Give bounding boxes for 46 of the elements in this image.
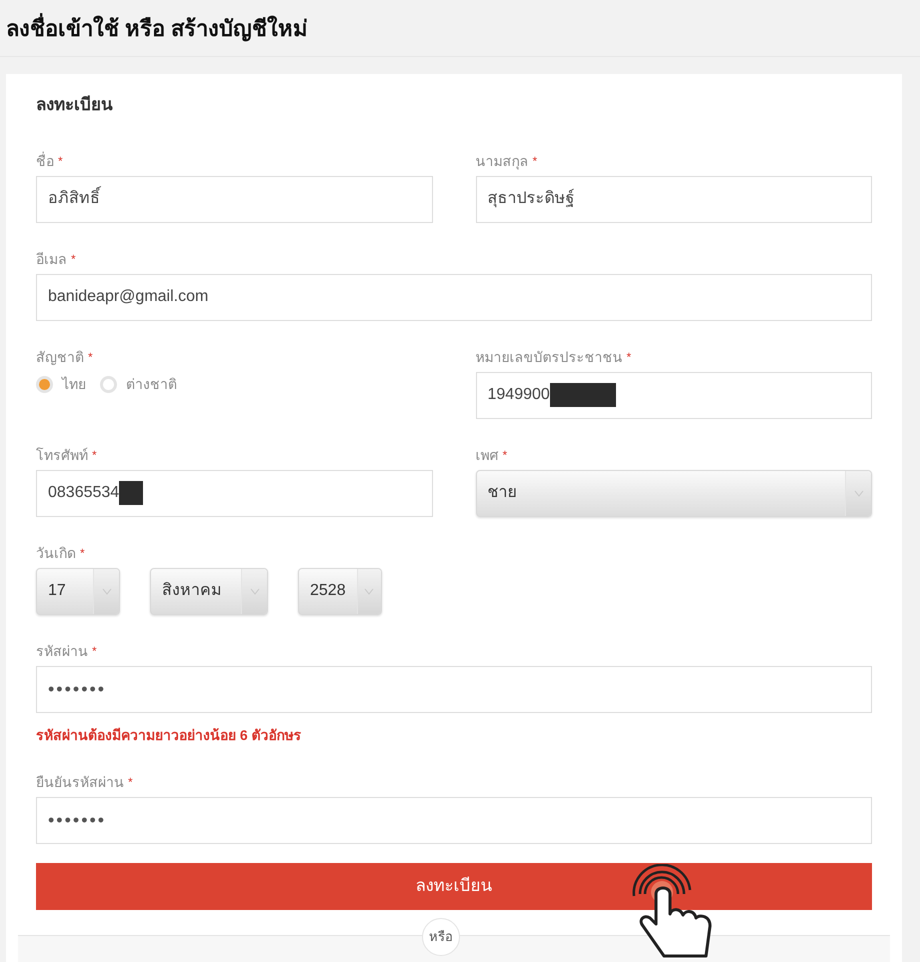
field-label: นามสกุล <box>476 152 528 170</box>
register-button[interactable]: ลงทะเบียน <box>36 862 872 910</box>
dropdown[interactable]: สิงหาคม <box>150 568 268 614</box>
field-label: ชื่อ <box>36 150 54 170</box>
field-label: รหัสผ่าน <box>36 642 88 660</box>
chevron-down-icon <box>102 588 112 594</box>
chevron-down-icon <box>364 588 374 594</box>
radio-button[interactable] <box>100 376 117 393</box>
required-mark: * <box>502 446 508 464</box>
chevron-down-icon <box>250 588 260 594</box>
dropdown[interactable]: 17 <box>36 568 120 614</box>
field-label: สัญชาติ <box>36 348 84 366</box>
radio-button[interactable] <box>36 376 53 393</box>
form-title: ลงทะเบียน <box>36 94 114 116</box>
password-field[interactable]: ••••••• <box>36 666 872 712</box>
required-mark: * <box>532 152 538 170</box>
required-mark: * <box>88 348 93 366</box>
radio-label: ไทย <box>62 375 86 394</box>
input-field[interactable]: 1949900 <box>476 372 872 418</box>
field-label: หมายเลขบัตรประชาชน <box>476 348 622 366</box>
input-field[interactable]: สุธาประดิษฐ์ <box>476 176 872 222</box>
required-mark: * <box>58 152 63 170</box>
required-mark: * <box>80 544 85 562</box>
chevron-down-icon <box>854 490 864 496</box>
required-mark: * <box>128 774 133 790</box>
dropdown[interactable]: ชาย <box>476 470 872 516</box>
dropdown[interactable]: 2528 <box>298 568 382 614</box>
required-mark: * <box>92 642 97 660</box>
page-title: ลงชื่อเข้าใช้ หรือ สร้างบัญชีใหม่ <box>6 12 308 44</box>
required-mark: * <box>71 250 76 268</box>
error-message: รหัสผ่านต้องมีความยาวอย่างน้อย 6 ตัวอักษร <box>36 726 303 744</box>
required-mark: * <box>92 446 97 464</box>
field-label: ยืนยันรหัสผ่าน <box>36 772 124 792</box>
input-field[interactable]: 08365534 <box>36 470 432 516</box>
input-field[interactable]: banideapr@gmail.com <box>36 274 872 320</box>
or-divider-label: หรือ <box>422 918 460 956</box>
field-label: โทรศัพท์ <box>36 446 88 464</box>
required-mark: * <box>626 348 632 366</box>
field-label: เพศ <box>476 446 498 464</box>
field-label: อีเมล <box>36 250 67 268</box>
field-label: วันเกิด <box>36 544 76 562</box>
input-field[interactable]: อภิสิทธิ์ <box>36 176 432 222</box>
redaction-bar <box>550 383 616 407</box>
password-field[interactable]: ••••••• <box>36 796 872 844</box>
redaction-bar <box>119 481 144 505</box>
radio-label: ต่างชาติ <box>126 375 177 394</box>
